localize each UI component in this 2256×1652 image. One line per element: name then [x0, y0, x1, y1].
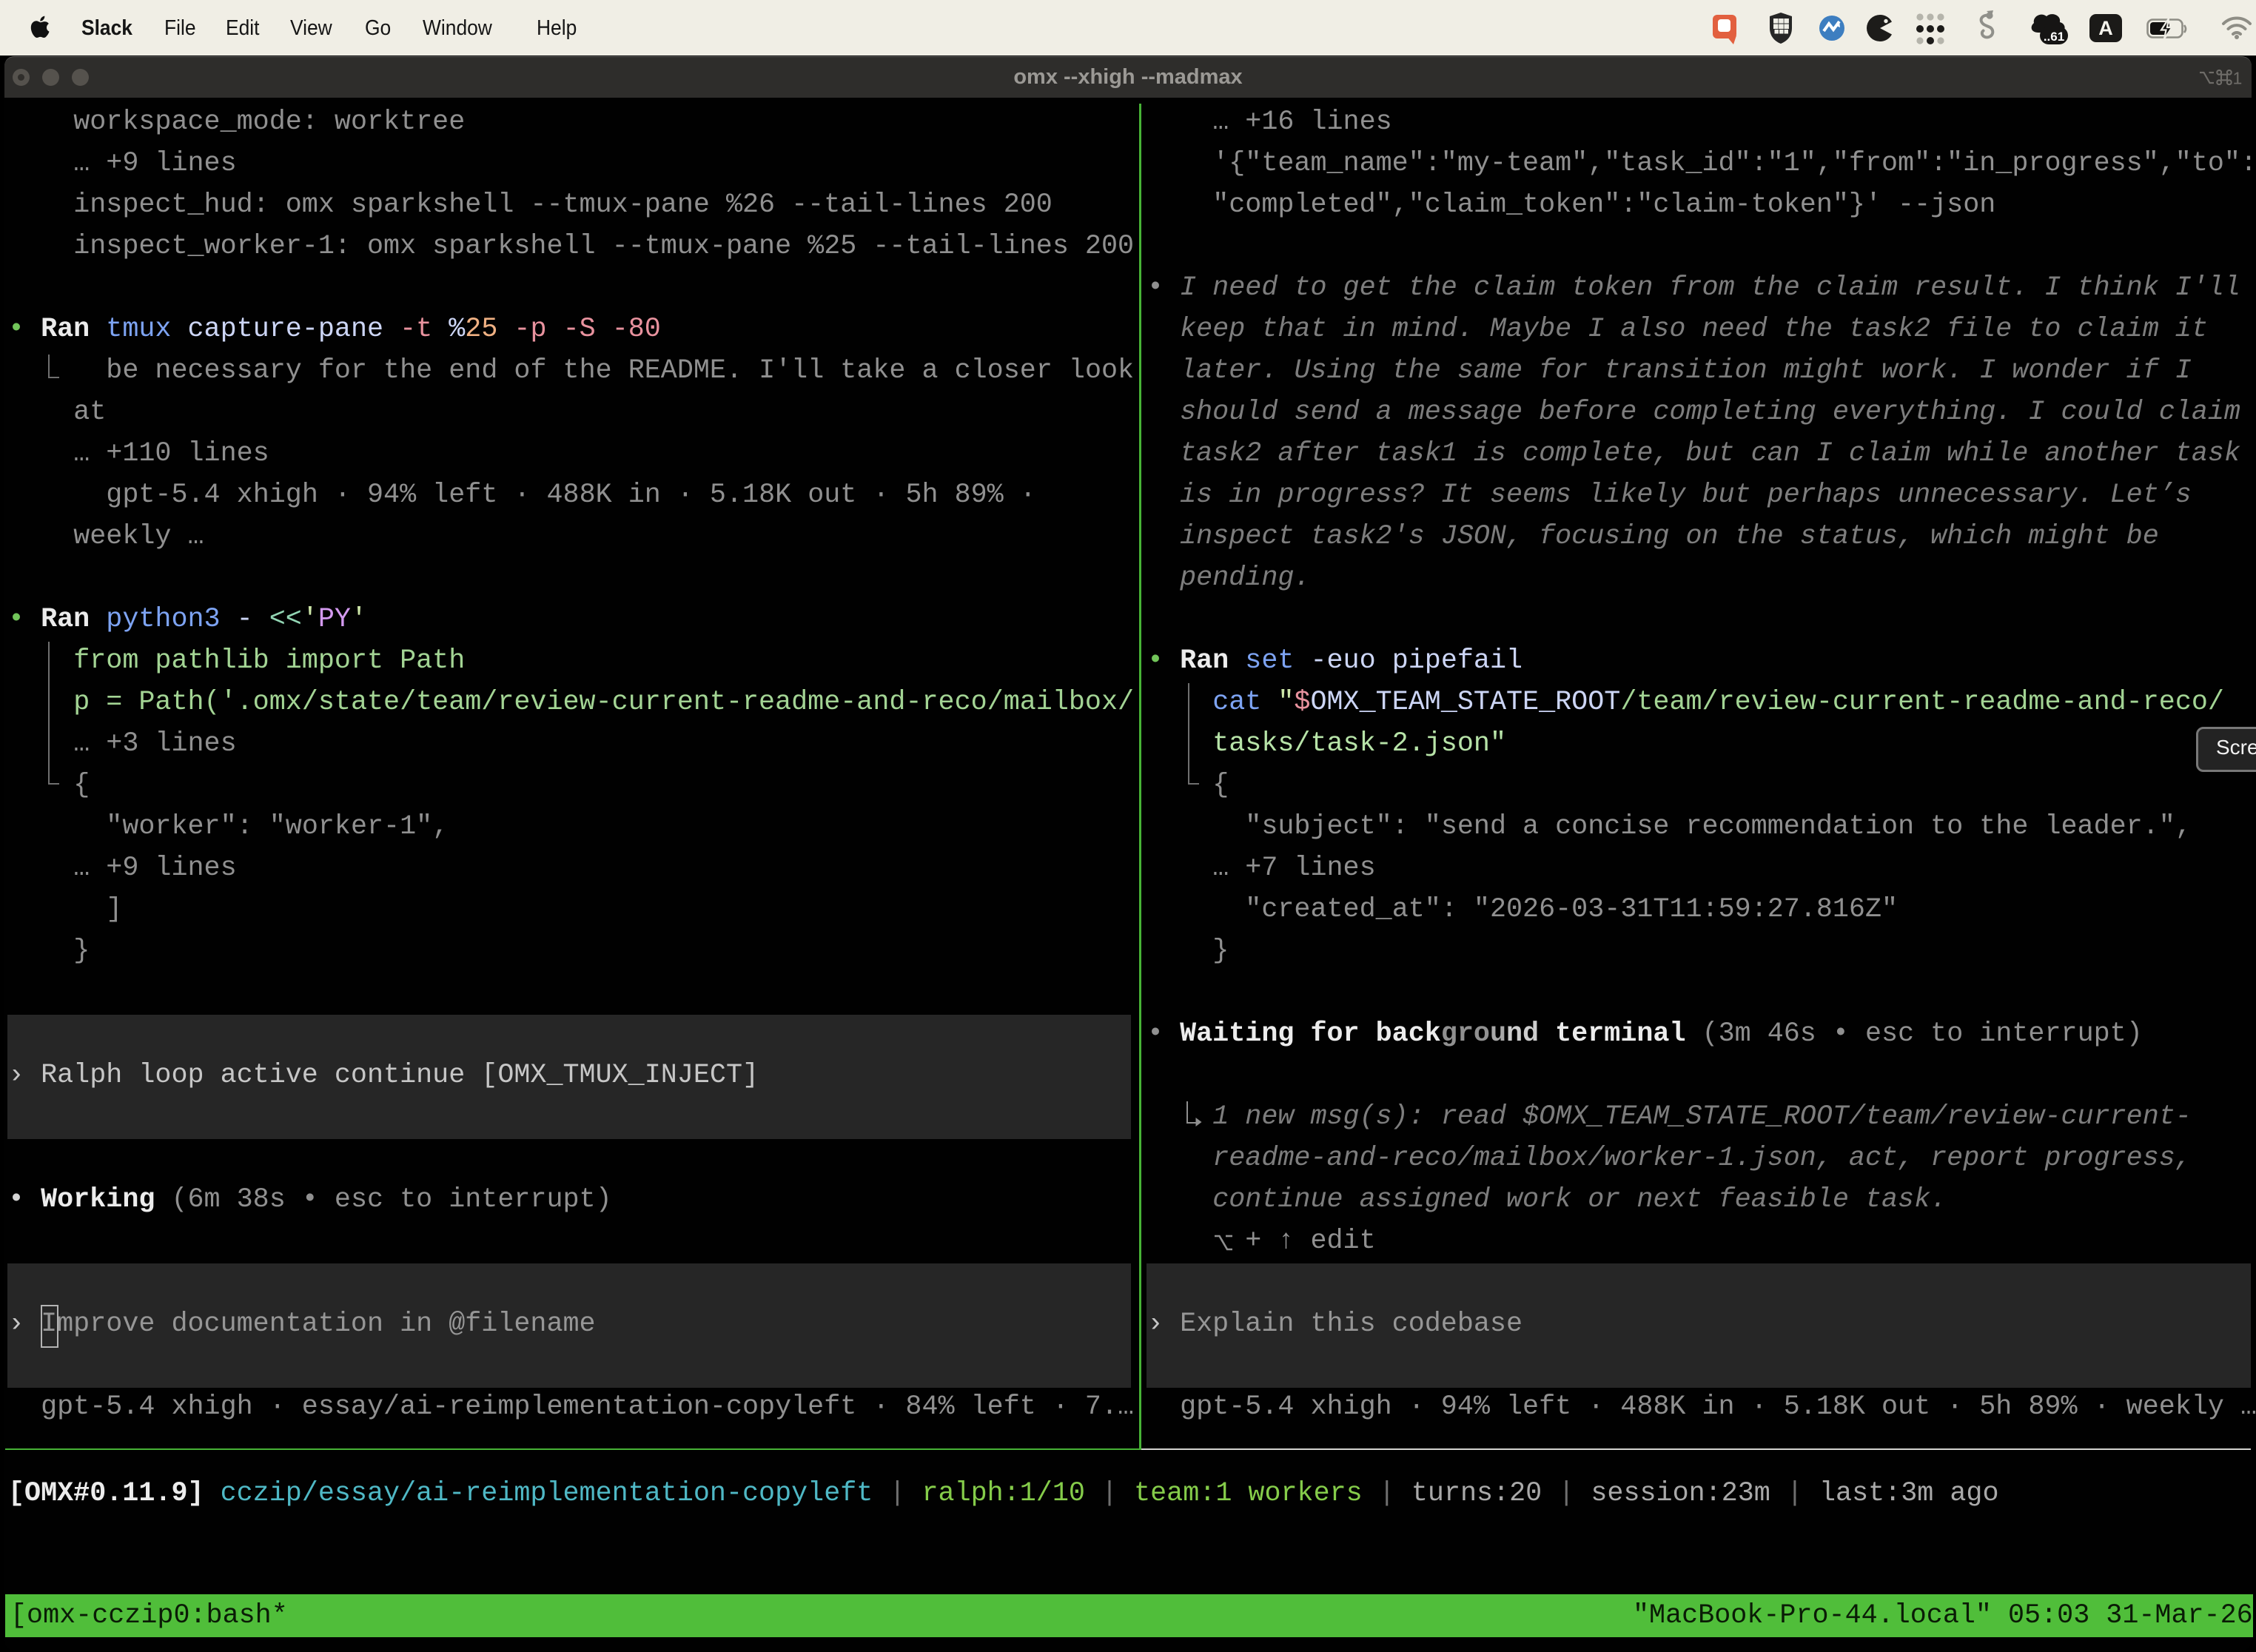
svg-text:1: 1	[2233, 69, 2243, 88]
svg-text:A: A	[2098, 17, 2113, 39]
svg-text:..61: ..61	[2044, 30, 2064, 44]
